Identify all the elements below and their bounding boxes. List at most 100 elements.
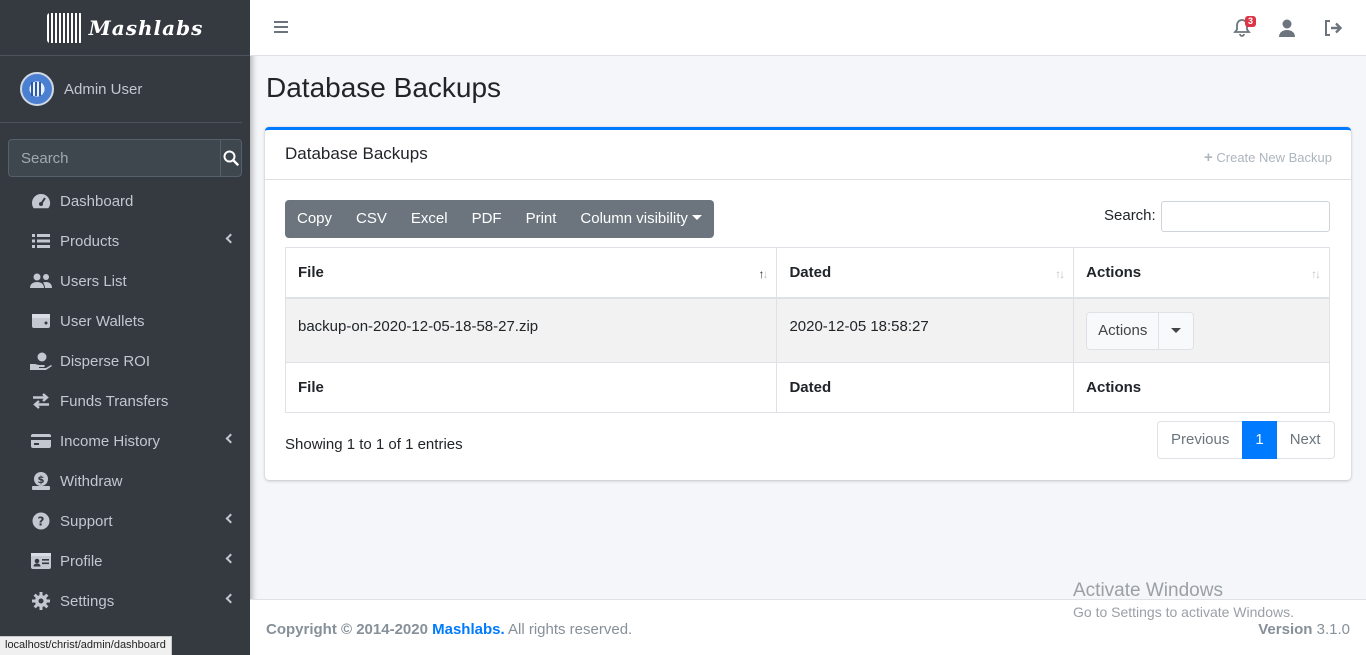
id-card-icon	[30, 552, 52, 570]
sidebar-item-user-wallets[interactable]: User Wallets	[0, 301, 250, 341]
column-footer-actions: Actions	[1073, 362, 1330, 413]
menu-toggle-icon[interactable]	[274, 21, 288, 33]
sidebar-item-label: Users List	[60, 272, 127, 290]
brand-logo-icon	[46, 12, 83, 43]
exchange-icon	[30, 392, 52, 410]
create-new-backup-link[interactable]: + Create New Backup	[1204, 149, 1332, 166]
list-icon	[30, 232, 52, 250]
column-header-label: Dated	[789, 263, 832, 281]
sidebar-item-funds-transfers[interactable]: Funds Transfers	[0, 381, 250, 421]
create-new-backup-label: Create New Backup	[1216, 150, 1332, 165]
actions-toggle-button[interactable]	[1159, 313, 1193, 349]
cog-icon	[30, 592, 52, 610]
rights-text: All rights reserved.	[508, 621, 633, 638]
table-search-input[interactable]	[1161, 201, 1330, 232]
sidebar-item-profile[interactable]: Profile	[0, 541, 250, 581]
question-circle-icon: ?	[30, 512, 52, 530]
brand-logo: Mashlabs	[46, 12, 204, 43]
sidebar-item-dashboard[interactable]: Dashboard	[0, 181, 250, 221]
pagination: Previous 1 Next	[1157, 421, 1335, 459]
sidebar-item-users-list[interactable]: Users List	[0, 261, 250, 301]
tachometer-icon	[30, 192, 52, 210]
column-visibility-label: Column visibility	[580, 210, 688, 227]
column-header-label: File	[298, 263, 324, 281]
notification-badge: 3	[1245, 16, 1257, 27]
sign-out-icon[interactable]	[1323, 18, 1343, 38]
sidebar-item-support[interactable]: ? Support	[0, 501, 250, 541]
chevron-left-icon	[225, 433, 236, 444]
pdf-button[interactable]: PDF	[460, 200, 514, 238]
page-title: Database Backups	[266, 72, 502, 103]
column-header-file[interactable]: File ↑↓	[284, 247, 778, 299]
avatar	[20, 72, 54, 106]
excel-button[interactable]: Excel	[399, 200, 460, 238]
table-row: backup-on-2020-12-05-18-58-27.zip 2020-1…	[284, 297, 1330, 363]
wallet-icon	[30, 312, 52, 330]
svg-text:$: $	[38, 475, 45, 486]
sidebar-item-label: Support	[60, 512, 113, 530]
user-icon[interactable]	[1277, 18, 1297, 38]
user-name[interactable]: Admin User	[64, 81, 142, 98]
next-page-button[interactable]: Next	[1276, 421, 1335, 459]
column-header-actions[interactable]: Actions ↑↓	[1073, 247, 1330, 299]
chevron-left-icon	[225, 593, 236, 604]
page-1-button[interactable]: 1	[1242, 421, 1277, 459]
backups-table: File ↑↓ Dated ↑↓ Actions ↑↓ backup-on-2020-…	[284, 247, 1330, 413]
cell-actions: Actions	[1073, 297, 1330, 363]
table-info: Showing 1 to 1 of 1 entries	[285, 436, 463, 453]
sidebar-nav: Dashboard Products Users List User Walle…	[0, 181, 250, 621]
previous-page-button[interactable]: Previous	[1157, 421, 1243, 459]
actions-button[interactable]: Actions	[1087, 312, 1160, 349]
column-footer-file: File	[284, 362, 778, 413]
footer-version: Version 3.1.0	[1258, 621, 1350, 638]
footer-copyright: Copyright © 2014-2020 Mashlabs. All righ…	[266, 621, 632, 638]
money-bill-icon: $	[30, 472, 52, 490]
sidebar-item-label: Income History	[60, 432, 161, 450]
print-button[interactable]: Print	[514, 200, 569, 238]
column-footer-dated: Dated	[776, 362, 1075, 413]
sort-icon: ↑↓	[1055, 267, 1065, 281]
export-button-group: Copy CSV Excel PDF Print Column visibili…	[285, 200, 714, 238]
footer-brand-link[interactable]: Mashlabs.	[432, 621, 505, 638]
caret-down-icon	[1171, 328, 1182, 333]
brand-link[interactable]: Mashlabs	[0, 0, 250, 56]
brand-name: Mashlabs	[88, 15, 204, 40]
user-panel[interactable]: Admin User	[0, 56, 242, 123]
sidebar-item-label: Funds Transfers	[60, 392, 169, 410]
users-icon	[30, 272, 52, 290]
sidebar-item-label: Dashboard	[60, 192, 134, 210]
column-visibility-button[interactable]: Column visibility	[568, 200, 714, 238]
copyright-text: Copyright © 2014-2020	[266, 621, 428, 638]
sidebar-item-label: User Wallets	[60, 312, 145, 330]
sidebar-item-label: Products	[60, 232, 120, 250]
sidebar-item-label: Withdraw	[60, 472, 123, 490]
sidebar-search-button[interactable]	[220, 139, 242, 177]
activate-windows-subtitle: Go to Settings to activate Windows.	[1073, 604, 1294, 620]
sidebar-item-withdraw[interactable]: $ Withdraw	[0, 461, 250, 501]
svg-text:?: ?	[38, 515, 45, 529]
row-actions-dropdown: Actions	[1086, 311, 1195, 350]
sidebar-search-input[interactable]	[8, 139, 220, 177]
card-title: Database Backups	[285, 144, 428, 163]
sidebar-item-products[interactable]: Products	[0, 221, 250, 261]
sidebar-item-settings[interactable]: Settings	[0, 581, 250, 621]
search-icon	[223, 150, 239, 166]
card-header: Database Backups + Create New Backup	[265, 130, 1351, 180]
sidebar-item-income-history[interactable]: Income History	[0, 421, 250, 461]
backups-card: Database Backups + Create New Backup Cop…	[265, 127, 1351, 480]
chevron-left-icon	[225, 513, 236, 524]
caret-down-icon	[691, 215, 702, 220]
column-header-dated[interactable]: Dated ↑↓	[776, 247, 1075, 299]
browser-status-url: localhost/christ/admin/dashboard	[0, 636, 172, 655]
sidebar-item-disperse-roi[interactable]: Disperse ROI	[0, 341, 250, 381]
sidebar-search	[8, 139, 242, 177]
copy-button[interactable]: Copy	[285, 200, 344, 238]
hand-holding-usd-icon	[30, 352, 52, 370]
sidebar-item-label: Profile	[60, 552, 103, 570]
version-number: 3.1.0	[1316, 621, 1350, 638]
chevron-left-icon	[225, 553, 236, 564]
credit-card-icon	[30, 432, 52, 450]
sort-icon: ↑↓	[1311, 267, 1321, 281]
cell-file: backup-on-2020-12-05-18-58-27.zip	[284, 297, 778, 363]
csv-button[interactable]: CSV	[344, 200, 399, 238]
